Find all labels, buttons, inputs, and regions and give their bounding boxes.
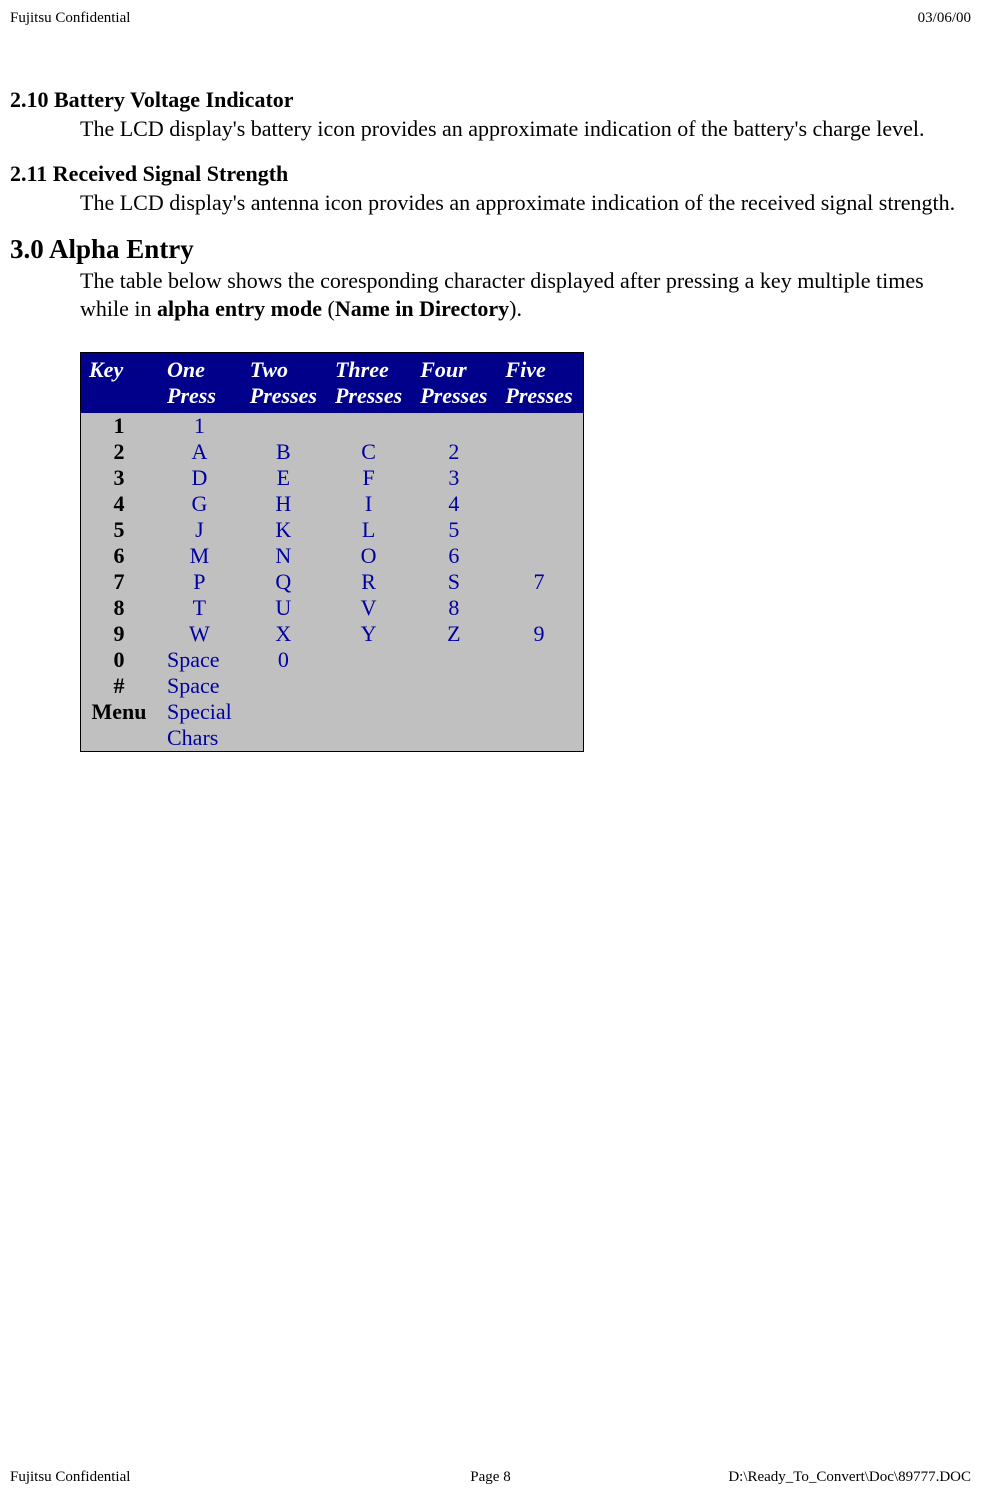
body-bold1: alpha entry mode: [157, 296, 322, 321]
alpha-entry-table-wrap: Key OnePress TwoPresses ThreePresses Fou…: [80, 352, 971, 752]
th-five: FivePresses: [497, 353, 583, 414]
table-row: MenuSpecial: [81, 699, 584, 725]
footer-right: D:\Ready_To_Convert\Doc\89777.DOC: [728, 1469, 971, 1486]
page-header: Fujitsu Confidential 03/06/00: [0, 10, 981, 87]
table-row: 7PQRS7: [81, 569, 584, 595]
th-four: FourPresses: [412, 353, 497, 414]
footer-center: Page 8: [470, 1469, 510, 1486]
header-right: 03/06/00: [918, 10, 971, 27]
section-heading-2-10: 2.10 Battery Voltage Indicator: [10, 87, 971, 113]
th-three: ThreePresses: [327, 353, 412, 414]
section-heading-3-0: 3.0 Alpha Entry: [10, 234, 971, 265]
table-row: 3DEF3: [81, 465, 584, 491]
table-row: 11: [81, 413, 584, 439]
section-body-3-0: The table below shows the coresponding c…: [80, 267, 971, 322]
table-body: 11 2ABC2 3DEF3 4GHI4 5JKL5 6MNO6 7PQRS7 …: [81, 413, 584, 752]
table-row: #Space: [81, 673, 584, 699]
section-body-2-11: The LCD display's antenna icon provides …: [80, 189, 971, 217]
table-row: 6MNO6: [81, 543, 584, 569]
section-heading-2-11: 2.11 Received Signal Strength: [10, 161, 971, 187]
table-row: 2ABC2: [81, 439, 584, 465]
table-row: Chars: [81, 725, 584, 752]
table-row: 5JKL5: [81, 517, 584, 543]
table-row: 4GHI4: [81, 491, 584, 517]
alpha-entry-table: Key OnePress TwoPresses ThreePresses Fou…: [80, 352, 584, 752]
table-row: 9WXYZ9: [81, 621, 584, 647]
th-one: OnePress: [159, 353, 242, 414]
th-two: TwoPresses: [242, 353, 327, 414]
header-left: Fujitsu Confidential: [10, 10, 130, 27]
page-content: 2.10 Battery Voltage Indicator The LCD d…: [0, 87, 981, 752]
body-mid: (: [322, 296, 335, 321]
section-body-2-10: The LCD display's battery icon provides …: [80, 115, 971, 143]
table-header-row: Key OnePress TwoPresses ThreePresses Fou…: [81, 353, 584, 414]
page-footer: Fujitsu Confidential Page 8 D:\Ready_To_…: [0, 1469, 981, 1486]
footer-left: Fujitsu Confidential: [10, 1469, 130, 1486]
table-row: 8TUV8: [81, 595, 584, 621]
th-key: Key: [81, 353, 160, 414]
body-bold2: Name in Directory: [335, 296, 509, 321]
table-row: 0Space0: [81, 647, 584, 673]
body-post: ).: [509, 296, 522, 321]
